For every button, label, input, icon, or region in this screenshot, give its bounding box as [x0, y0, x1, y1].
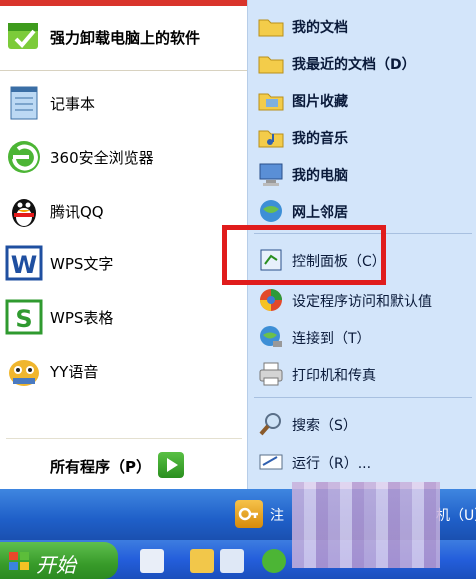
svg-text:S: S: [15, 305, 32, 333]
program-label: 360安全浏览器: [50, 148, 154, 167]
wps-spreadsheet-icon: S: [4, 297, 44, 337]
logoff-label[interactable]: 注: [270, 505, 284, 525]
network-icon: [257, 197, 285, 225]
program-360-browser[interactable]: 360安全浏览器: [0, 132, 247, 182]
places-label: 设定程序访问和默认值: [292, 294, 432, 310]
pinned-program[interactable]: 强力卸载电脑上的软件: [0, 6, 247, 71]
places-label: 运行（R）...: [292, 456, 372, 472]
program-notepad[interactable]: 记事本: [0, 78, 247, 128]
places-label: 网上邻居: [292, 205, 348, 221]
all-programs-label: 所有程序（P）: [50, 458, 151, 476]
program-wps-spreadsheet[interactable]: S WPS表格: [0, 292, 247, 342]
music-folder-icon: [257, 123, 285, 151]
program-wps-writer[interactable]: W WPS文字: [0, 238, 247, 288]
key-icon[interactable]: [235, 500, 263, 528]
control-panel-highlight-box: [222, 225, 386, 285]
quicklaunch-360-icon[interactable]: [262, 549, 286, 573]
places-connect-to[interactable]: 连接到（T）: [248, 319, 476, 355]
left-divider: [6, 438, 242, 439]
places-label: 我的电脑: [292, 168, 348, 184]
program-qq[interactable]: 腾讯QQ: [0, 186, 247, 236]
program-defaults-icon: [257, 286, 285, 314]
yy-voice-icon: [4, 351, 44, 391]
run-icon: [257, 448, 285, 476]
connect-icon: [257, 323, 285, 351]
browser-360-icon: [4, 137, 44, 177]
arrow-right-icon: [158, 452, 184, 478]
qq-penguin-icon: [4, 191, 44, 231]
places-label: 我最近的文档（D）: [292, 57, 416, 73]
shutdown-label[interactable]: 机（U）: [436, 505, 476, 525]
left-pane: 强力卸载电脑上的软件 记事本 360安全浏览器 腾讯QQ W WPS文字 S W…: [0, 6, 247, 489]
svg-text:W: W: [11, 251, 37, 279]
places-program-defaults[interactable]: 设定程序访问和默认值: [248, 282, 476, 318]
notepad-icon: [4, 83, 44, 123]
places-run[interactable]: 运行（R）...: [248, 444, 476, 480]
program-label: 记事本: [50, 94, 96, 113]
program-label: 腾讯QQ: [50, 202, 104, 221]
wps-writer-icon: W: [4, 243, 44, 283]
start-menu: 强力卸载电脑上的软件 记事本 360安全浏览器 腾讯QQ W WPS文字 S W…: [0, 0, 476, 489]
places-pictures[interactable]: 图片收藏: [248, 82, 476, 118]
program-label: YY语音: [50, 362, 99, 381]
folder-recent-icon: [257, 49, 285, 77]
pinned-uninstall-label: 强力卸载电脑上的软件: [50, 28, 201, 47]
quicklaunch-apps-icon[interactable]: [140, 549, 164, 573]
pictures-folder-icon: [257, 86, 285, 114]
places-label: 连接到（T）: [292, 331, 371, 347]
pinned-uninstall-item[interactable]: 强力卸载电脑上的软件: [0, 12, 247, 62]
windows-flag-icon: [8, 551, 30, 571]
quicklaunch-media-icon[interactable]: [190, 549, 214, 573]
places-network[interactable]: 网上邻居: [248, 193, 476, 229]
places-music[interactable]: 我的音乐: [248, 119, 476, 155]
uninstall-icon: [4, 17, 44, 57]
places-label: 图片收藏: [292, 94, 348, 110]
places-search[interactable]: 搜索（S）: [248, 406, 476, 442]
folder-icon: [257, 12, 285, 40]
places-label: 我的文档: [292, 20, 348, 36]
quicklaunch-browser-icon[interactable]: [220, 549, 244, 573]
pixelated-redaction: [292, 482, 440, 568]
start-label: 开始: [36, 553, 76, 577]
places-label: 我的音乐: [292, 131, 348, 147]
right-divider: [254, 397, 472, 398]
all-programs-button[interactable]: 所有程序（P）: [0, 446, 247, 486]
places-label: 搜索（S）: [292, 418, 357, 434]
start-button[interactable]: 开始: [0, 542, 118, 579]
places-recent-documents[interactable]: 我最近的文档（D）: [248, 45, 476, 81]
printer-icon: [257, 360, 285, 388]
program-yy[interactable]: YY语音: [0, 346, 247, 396]
places-label: 打印机和传真: [292, 368, 376, 384]
places-my-documents[interactable]: 我的文档: [248, 8, 476, 44]
program-label: WPS文字: [50, 254, 114, 273]
places-my-computer[interactable]: 我的电脑: [248, 156, 476, 192]
search-icon: [257, 410, 285, 438]
program-label: WPS表格: [50, 308, 114, 327]
computer-icon: [257, 160, 285, 188]
places-printers[interactable]: 打印机和传真: [248, 356, 476, 392]
